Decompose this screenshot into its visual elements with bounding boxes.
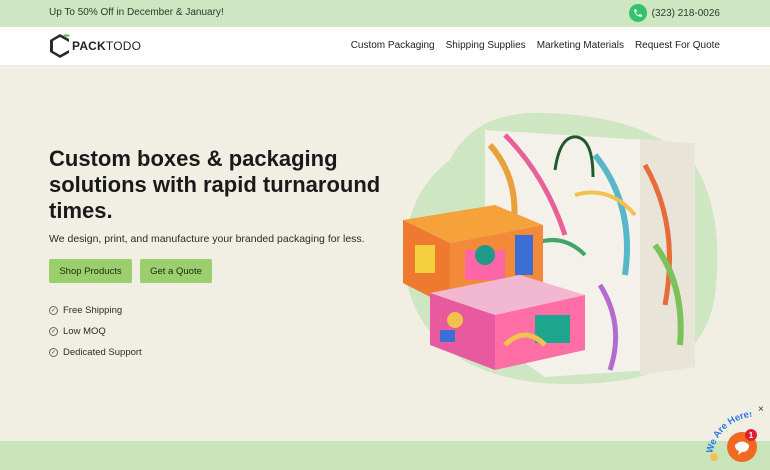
get-quote-button[interactable]: Get a Quote: [140, 259, 212, 283]
site-logo[interactable]: PACKTODO: [49, 32, 141, 60]
nav-item-shipping-supplies[interactable]: Shipping Supplies: [446, 40, 526, 51]
shop-products-button[interactable]: Shop Products: [49, 259, 132, 283]
check-circle-icon: ✓: [49, 306, 58, 315]
check-circle-icon: ✓: [49, 327, 58, 336]
hero-title: Custom boxes & packaging solutions with …: [49, 146, 381, 223]
feature-item: ✓ Free Shipping: [49, 300, 142, 321]
feature-label: Free Shipping: [63, 305, 123, 316]
promo-text: Up To 50% Off in December & January!: [49, 7, 224, 18]
feature-list: ✓ Free Shipping ✓ Low MOQ ✓ Dedicated Su…: [49, 300, 142, 363]
nav-item-request-for-quote[interactable]: Request For Quote: [635, 40, 720, 51]
chat-widget-button[interactable]: We Are Here! 1: [706, 412, 770, 470]
check-circle-icon: ✓: [49, 348, 58, 357]
feature-label: Low MOQ: [63, 326, 106, 337]
logo-mark-icon: [50, 34, 70, 58]
packaging-illustration: [403, 112, 718, 385]
chat-hand-icon: [710, 453, 718, 461]
notification-count: 1: [749, 431, 754, 440]
feature-label: Dedicated Support: [63, 347, 142, 358]
nav-item-custom-packaging[interactable]: Custom Packaging: [351, 40, 435, 51]
next-section-strip: [0, 441, 770, 470]
phone-icon[interactable]: [628, 4, 647, 22]
main-navbar: PACKTODO Custom Packaging Shipping Suppl…: [0, 27, 770, 66]
nav-item-marketing-materials[interactable]: Marketing Materials: [537, 40, 624, 51]
feature-item: ✓ Low MOQ: [49, 321, 142, 342]
logo-text: PACKTODO: [72, 39, 142, 53]
phone-number[interactable]: (323) 218-0026: [652, 8, 720, 19]
nav-menu: Custom Packaging Shipping Supplies Marke…: [351, 40, 720, 51]
promo-bar: Up To 50% Off in December & January! (32…: [0, 0, 770, 27]
phone-contact[interactable]: (323) 218-0026: [628, 4, 720, 22]
hero-subtitle: We design, print, and manufacture your b…: [49, 233, 365, 245]
feature-item: ✓ Dedicated Support: [49, 342, 142, 363]
